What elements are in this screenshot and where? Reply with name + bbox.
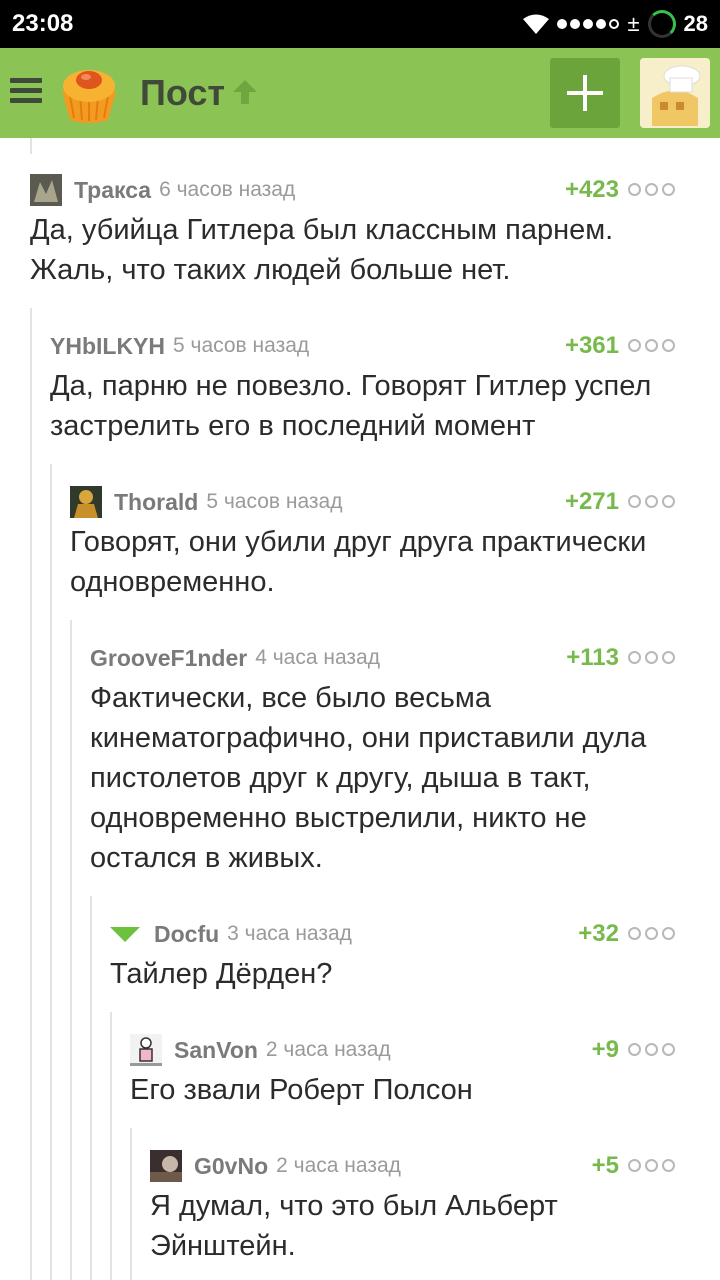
- thread-line: [70, 620, 72, 1280]
- signal-strength-icon: [557, 19, 620, 29]
- comment-text: Да, убийца Гитлера был классным парнем. …: [30, 214, 614, 286]
- comment: G0vNo 2 часа назад +5 Я думал, что это б…: [150, 1148, 675, 1266]
- comment-score: +5: [591, 1152, 619, 1179]
- comment-time: 6 часов назад: [159, 178, 296, 201]
- comment-time: 2 часа назад: [265, 1038, 391, 1061]
- more-options-icon[interactable]: [628, 339, 675, 352]
- comment: Thorald 5 часов назад +271 Говорят, они …: [70, 484, 675, 602]
- more-options-icon[interactable]: [628, 495, 675, 508]
- comment-time: 5 часов назад: [206, 490, 343, 513]
- add-post-button[interactable]: [550, 58, 620, 128]
- pikabu-logo[interactable]: [56, 62, 122, 124]
- thread-line: [90, 896, 92, 1280]
- comment-score: +423: [564, 176, 619, 203]
- more-options-icon[interactable]: [628, 183, 675, 196]
- more-options-icon[interactable]: [628, 1043, 675, 1056]
- comment-time: 2 часа назад: [276, 1154, 401, 1177]
- comment: GrooveF1nder 4 часа назад +113 Фактическ…: [90, 640, 675, 878]
- battery-level: 28: [683, 11, 708, 36]
- comment-author[interactable]: YHbILKYH: [50, 333, 165, 360]
- status-time: 23:08: [12, 10, 74, 37]
- comment-text: Да, парню не повезло. Говорят Гитлер усп…: [50, 370, 652, 442]
- avatar[interactable]: [30, 174, 62, 206]
- menu-icon[interactable]: [10, 78, 42, 104]
- comment: YHbILKYH 5 часов назад +361 Да, парню не…: [50, 328, 675, 446]
- arrow-up-icon[interactable]: [230, 78, 260, 106]
- comment-text: Его звали Роберт Полсон: [130, 1074, 473, 1106]
- wifi-icon: [523, 14, 550, 34]
- comment: Тракса 6 часов назад +423 Да, убийца Гит…: [30, 172, 675, 290]
- more-options-icon[interactable]: [628, 1159, 675, 1172]
- comment: SanVon 2 часа назад +9 Его звали Роберт …: [130, 1032, 675, 1110]
- comment-text: Говорят, они убили друг друга практическ…: [70, 526, 647, 598]
- thread-line: [130, 1128, 132, 1280]
- comment-author[interactable]: Docfu: [154, 921, 219, 948]
- comments-feed[interactable]: Тракса 6 часов назад +423 Да, убийца Гит…: [0, 138, 720, 1280]
- battery-icon: [647, 10, 676, 38]
- comment-time: 5 часов назад: [173, 334, 310, 357]
- comment-author[interactable]: Thorald: [114, 489, 198, 516]
- status-bar: 23:08 ± 28: [0, 0, 720, 48]
- thread-line: [110, 1012, 112, 1280]
- avatar[interactable]: [130, 1034, 162, 1066]
- comment-author[interactable]: Тракса: [74, 177, 151, 204]
- comment-score: +9: [591, 1036, 619, 1063]
- avatar[interactable]: [70, 486, 102, 518]
- more-options-icon[interactable]: [628, 651, 675, 664]
- more-options-icon[interactable]: [628, 927, 675, 940]
- comment-score: +361: [564, 332, 619, 359]
- comment-time: 3 часа назад: [227, 922, 352, 945]
- thread-line: [30, 308, 32, 1280]
- comment-text: Тайлер Дёрден?: [110, 958, 333, 990]
- comment-score: +32: [578, 920, 619, 947]
- comment: Docfu 3 часа назад +32 Тайлер Дёрден?: [110, 916, 675, 994]
- comment-text: Я думал, что это был Альберт Эйнштейн.: [150, 1190, 558, 1262]
- collapse-triangle-icon[interactable]: [110, 926, 140, 942]
- page-title: Пост: [140, 72, 226, 113]
- comment-text: Фактически, все было весьма кинематограф…: [90, 682, 647, 874]
- thread-line: [50, 464, 52, 1280]
- comment-time: 4 часа назад: [255, 646, 380, 669]
- app-bar: Пост: [0, 48, 720, 138]
- thread-line: [30, 138, 32, 154]
- comment-author[interactable]: G0vNo: [194, 1153, 268, 1180]
- comment-author[interactable]: SanVon: [174, 1037, 258, 1064]
- data-indicator: ±: [627, 11, 640, 36]
- comment-score: +271: [564, 488, 619, 515]
- status-icons: ± 28: [523, 8, 708, 40]
- comment-author[interactable]: GrooveF1nder: [90, 645, 247, 672]
- avatar[interactable]: [150, 1150, 182, 1182]
- user-avatar[interactable]: [640, 58, 710, 128]
- comment-score: +113: [566, 644, 619, 671]
